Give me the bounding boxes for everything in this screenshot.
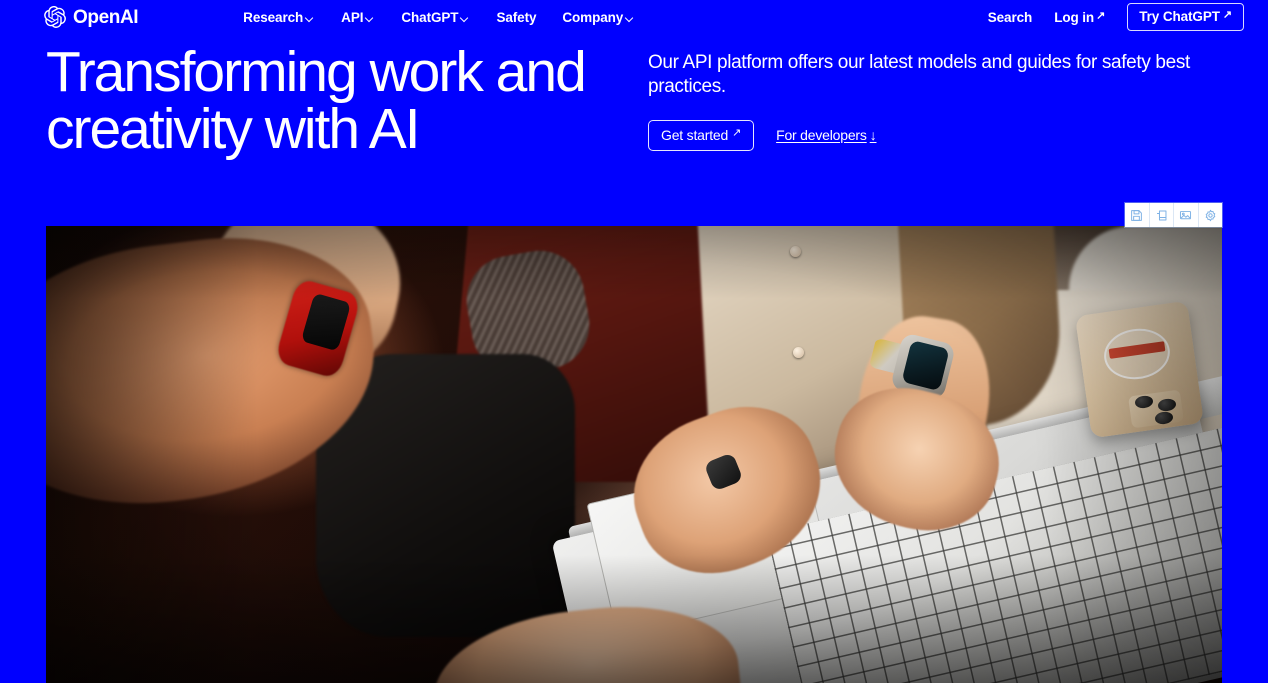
nav-item-safety[interactable]: Safety [496,10,536,25]
page-root: OpenAI Research API ChatGPT Safety Compa… [0,0,1268,683]
nav-item-label: Safety [496,9,537,25]
hero-photo-canvas [46,226,1222,683]
login-label: Log in [1054,9,1095,25]
nav-item-label: Research [243,9,304,25]
save-icon [1130,209,1143,222]
page-title: Transforming work and creativity with AI [46,40,587,161]
search-label: Search [987,9,1033,25]
gear-icon [1204,209,1217,222]
for-developers-label: For developers [776,127,867,144]
hero-subtitle: Our API platform offers our latest model… [648,52,1190,98]
image-icon [1179,209,1192,222]
top-navigation-bar: OpenAI Research API ChatGPT Safety Compa… [0,0,1268,34]
photo-shirt-button [790,245,802,257]
nav-item-company[interactable]: Company [562,10,635,25]
external-link-arrow-icon: ↗ [732,127,742,140]
nav-item-research[interactable]: Research [243,10,315,25]
brand-name: OpenAI [73,6,139,28]
get-started-label: Get started [661,126,729,143]
primary-nav-links: Research API ChatGPT Safety Company [243,10,635,25]
secondary-nav-links: Search Log in ↗ Try ChatGPT ↗ [988,3,1244,31]
nav-item-api[interactable]: API [341,10,375,25]
arrow-down-icon: ↓ [869,127,877,144]
chevron-down-icon [306,14,315,23]
nav-item-label: ChatGPT [401,9,459,25]
get-started-button[interactable]: Get started ↗ [648,119,755,151]
try-chatgpt-label: Try ChatGPT [1139,9,1220,24]
chevron-down-icon [461,14,470,23]
save-button[interactable] [1125,203,1150,227]
for-developers-link[interactable]: For developers ↓ [776,127,877,144]
external-link-arrow-icon: ↗ [1222,9,1232,21]
try-chatgpt-button[interactable]: Try ChatGPT ↗ [1127,3,1244,31]
photo-shirt-button [792,347,804,359]
openai-blossom-logo-icon [44,6,66,28]
login-link[interactable]: Log in ↗ [1054,10,1105,25]
nav-item-chatgpt[interactable]: ChatGPT [401,10,470,25]
hero-actions: Get started ↗ For developers ↓ [648,119,1238,151]
nav-item-label: Company [562,9,624,25]
image-button[interactable] [1174,203,1199,227]
chevron-down-icon [366,14,375,23]
image-floating-toolbar [1125,203,1222,227]
hero-copy-column: Our API platform offers our latest model… [648,42,1238,202]
search-button[interactable]: Search [987,9,1033,25]
hero-image [46,226,1222,683]
external-link-arrow-icon: ↗ [1096,9,1106,22]
nav-item-label: API [341,9,364,25]
copy-button[interactable] [1149,203,1174,227]
copy-icon [1155,209,1168,222]
hero-section: Transforming work and creativity with AI… [0,42,1268,202]
settings-button[interactable] [1198,203,1222,227]
chevron-down-icon [626,14,635,23]
brand-home-link[interactable]: OpenAI [44,6,139,28]
